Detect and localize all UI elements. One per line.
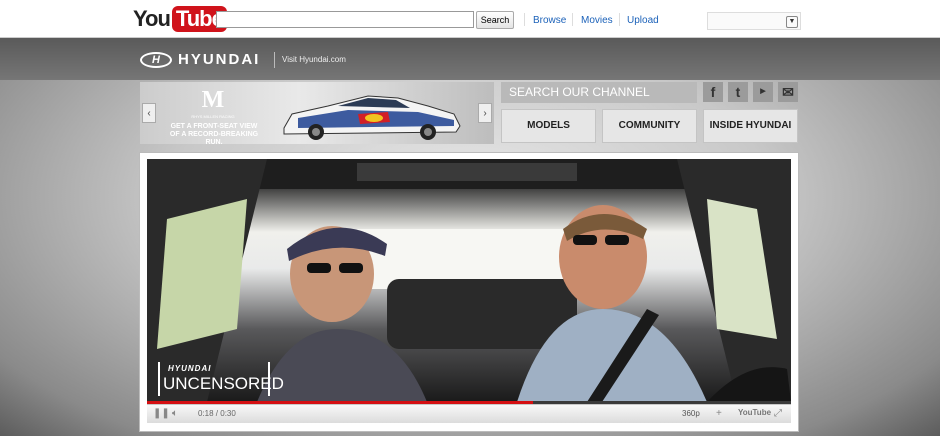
youtube-icon[interactable]: ▶ bbox=[753, 82, 773, 102]
search-button[interactable]: Search bbox=[476, 11, 514, 29]
quality-selector[interactable]: 360p bbox=[682, 409, 700, 418]
pause-icon[interactable]: ❚❚ bbox=[153, 407, 170, 421]
hyundai-wordmark: HYUNDAI bbox=[178, 51, 261, 68]
chevron-down-icon[interactable]: ▼ bbox=[786, 16, 798, 28]
hyundai-logo[interactable]: H HYUNDAI bbox=[140, 51, 260, 68]
youtube-logo[interactable]: You Tube bbox=[133, 6, 227, 32]
inside-hyundai-button[interactable]: INSIDE HYUNDAI bbox=[703, 109, 798, 143]
nav-upload-link[interactable]: Upload bbox=[627, 15, 659, 26]
banner-promo-text: GET A FRONT-SEAT VIEW OF A RECORD-BREAKI… bbox=[169, 123, 259, 146]
time-display: 0:18 / 0:30 bbox=[198, 409, 236, 418]
header-divider bbox=[274, 52, 275, 68]
player-controls: ❚❚ 🔈︎ 0:18 / 0:30 360p + YouTube ⤢ bbox=[147, 404, 791, 423]
volume-icon[interactable]: 🔈︎ bbox=[172, 407, 178, 421]
facebook-icon[interactable]: f bbox=[703, 82, 723, 102]
nav-separator bbox=[524, 13, 525, 26]
twitter-icon[interactable]: t bbox=[728, 82, 748, 102]
crest-caption: RHYS MILLEN RACING bbox=[191, 114, 235, 119]
community-button[interactable]: COMMUNITY bbox=[602, 109, 697, 143]
banner-next-button[interactable]: › bbox=[478, 103, 492, 123]
channel-search-input[interactable]: SEARCH OUR CHANNEL bbox=[501, 82, 697, 103]
nav-browse-link[interactable]: Browse bbox=[533, 15, 566, 26]
logo-you: You bbox=[133, 6, 171, 31]
nav-separator bbox=[572, 13, 573, 26]
race-car-image bbox=[283, 95, 461, 140]
fullscreen-icon[interactable]: ⤢ bbox=[774, 407, 782, 421]
overlay-brand: HYUNDAI bbox=[168, 364, 212, 373]
nav-movies-link[interactable]: Movies bbox=[581, 15, 613, 26]
youtube-watch-link[interactable]: YouTube bbox=[738, 408, 771, 417]
email-icon[interactable]: ✉ bbox=[778, 82, 798, 102]
rhys-millen-crest: M bbox=[201, 87, 225, 113]
visit-hyundai-link[interactable]: Visit Hyundai.com bbox=[282, 55, 346, 64]
hyundai-emblem-icon: H bbox=[140, 51, 172, 68]
add-to-icon[interactable]: + bbox=[716, 407, 722, 421]
banner-prev-button[interactable]: ‹ bbox=[142, 103, 156, 123]
youtube-header: You Tube Search Browse Movies Upload ▼ bbox=[0, 0, 940, 38]
nav-separator bbox=[619, 13, 620, 26]
search-input[interactable] bbox=[216, 11, 474, 28]
overlay-title: UNCENSORED bbox=[163, 374, 284, 393]
models-button[interactable]: MODELS bbox=[501, 109, 596, 143]
account-dropdown[interactable]: ▼ bbox=[707, 12, 801, 30]
